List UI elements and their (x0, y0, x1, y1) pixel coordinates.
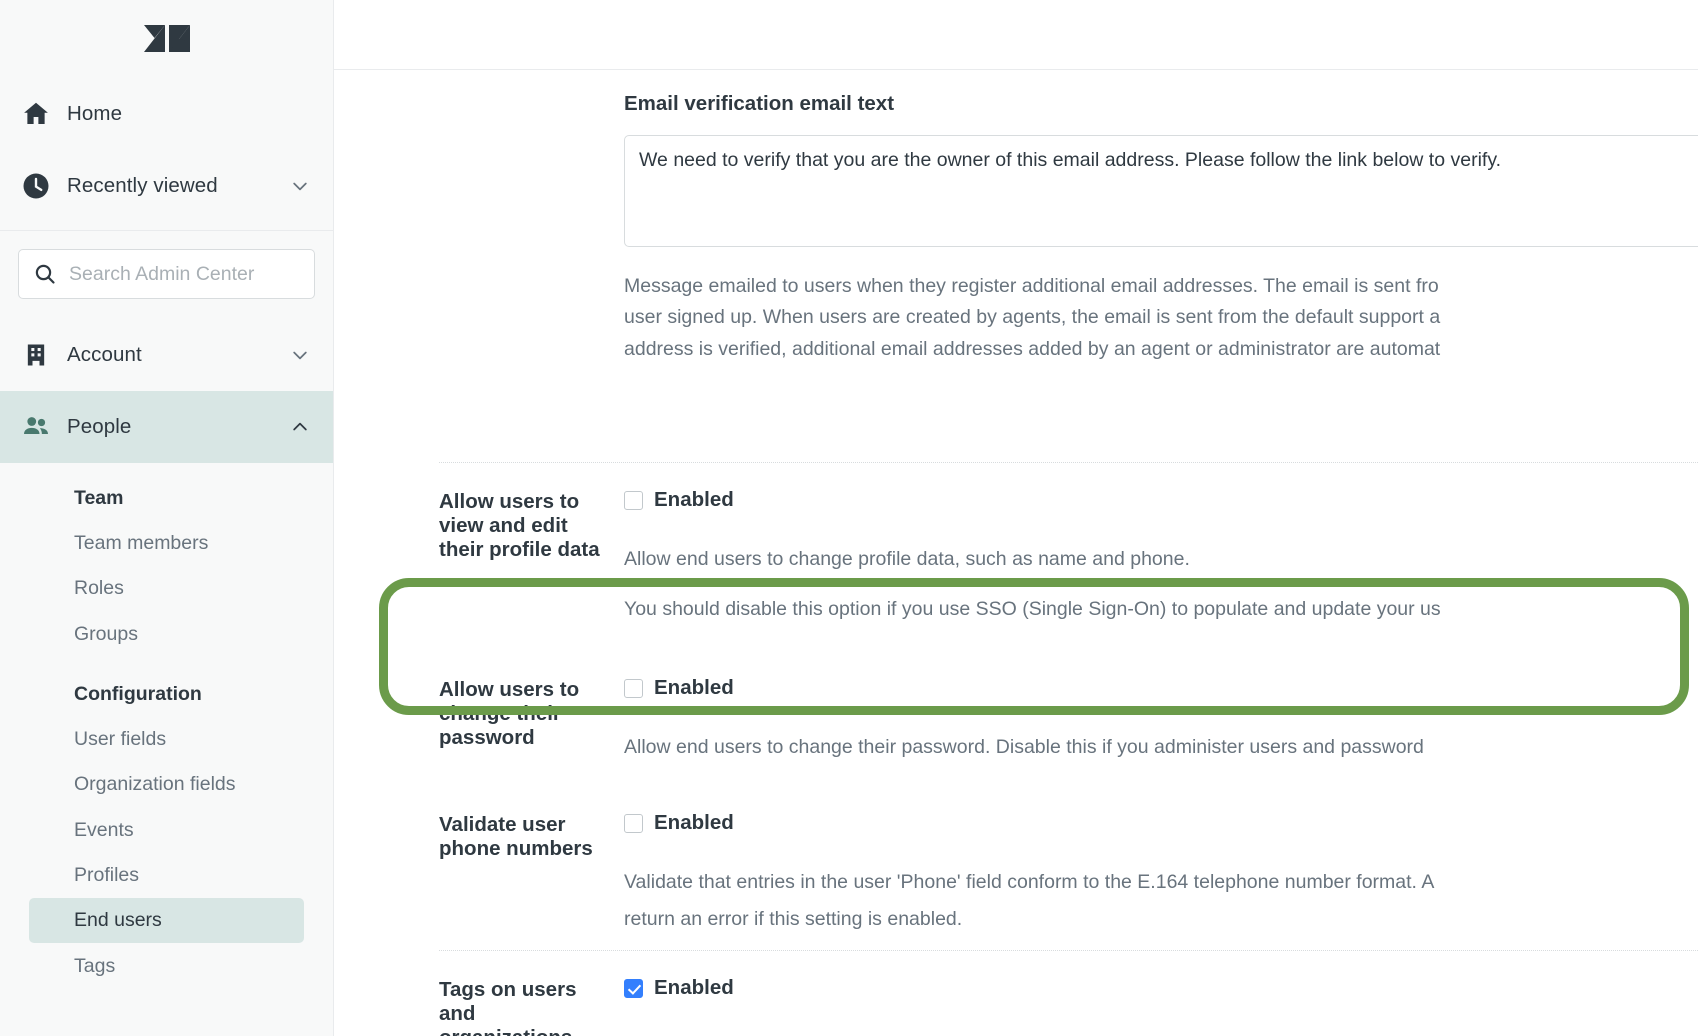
email-verification-textarea[interactable] (624, 134, 1698, 247)
setting-row-change-password: Allow users to change their password Ena… (334, 676, 1424, 763)
sidebar-item-account[interactable]: Account (0, 319, 333, 391)
sidebar-item-people[interactable]: People (0, 391, 333, 463)
setting-desc-change-password: Allow end users to change their password… (624, 735, 1424, 758)
sidebar-item-home[interactable]: Home (0, 78, 333, 150)
checkbox-label-tags: Enabled (654, 976, 734, 999)
sidebar-item-end-users[interactable]: End users (29, 898, 304, 943)
setting-field-validate-phone: Enabled Validate that entries in the use… (624, 811, 1435, 936)
search-input[interactable] (59, 261, 300, 287)
subnav-spacer (0, 657, 333, 673)
setting-label-validate-phone: Validate user phone numbers (439, 813, 593, 861)
setting-desc-profile-data-1: Allow end users to change profile data, … (624, 547, 1190, 570)
setting-field-profile-data: Enabled Allow end users to change profil… (624, 488, 1441, 626)
zendesk-logo-icon (143, 25, 190, 52)
setting-row-validate-phone: Validate user phone numbers Enabled Vali… (334, 811, 1435, 936)
sidebar-item-home-label: Home (67, 102, 123, 125)
sidebar-item-roles[interactable]: Roles (29, 566, 304, 610)
chevron-down-icon[interactable] (289, 344, 311, 366)
main-topbar (334, 0, 1698, 70)
divider-1 (439, 462, 1698, 463)
setting-row-tags: Tags on users and organizations Enabled (334, 976, 734, 1036)
setting-field-tags: Enabled (624, 976, 734, 999)
divider-2 (439, 950, 1698, 951)
setting-label-change-password: Allow users to change their password (439, 678, 580, 750)
sidebar-item-people-label: People (67, 415, 132, 438)
setting-desc-validate-phone-2: return an error if this setting is enabl… (624, 908, 963, 931)
subnav-heading-team: Team (74, 487, 124, 509)
checkbox-change-password[interactable]: Enabled (624, 676, 1424, 699)
email-verification-description: Message emailed to users when they regis… (624, 274, 1441, 360)
checkbox-box-change-password[interactable] (624, 678, 643, 698)
sidebar-item-user-fields[interactable]: User fields (29, 717, 304, 761)
sidebar-item-recently-viewed[interactable]: Recently viewed (0, 150, 333, 222)
checkbox-validate-phone[interactable]: Enabled (624, 811, 1434, 834)
search-icon (33, 262, 59, 286)
setting-label-profile-data: Allow users to view and edit their profi… (439, 490, 600, 562)
checkbox-label-profile-data: Enabled (654, 488, 734, 511)
main-content: Email verification email text Message em… (334, 0, 1698, 1036)
clock-icon (14, 171, 58, 201)
sidebar-sections: Account People (0, 319, 333, 463)
sidebar-item-groups[interactable]: Groups (29, 612, 304, 656)
sidebar-item-team-members[interactable]: Team members (29, 521, 304, 565)
checkbox-profile-data[interactable]: Enabled (624, 488, 1441, 511)
sidebar: Home Recently viewed Search Admin Center… (0, 0, 334, 1036)
sidebar-item-recently-viewed-label: Recently viewed (67, 174, 218, 197)
setting-desc-validate-phone-1: Validate that entries in the user 'Phone… (624, 870, 1435, 893)
email-verification-title: Email verification email text (624, 92, 895, 115)
checkbox-box-profile-data[interactable] (624, 490, 643, 510)
setting-row-profile-data: Allow users to view and edit their profi… (334, 488, 1441, 626)
sidebar-item-organization-fields[interactable]: Organization fields (29, 762, 304, 806)
checkbox-box-tags[interactable] (624, 978, 643, 998)
checkbox-label-change-password: Enabled (654, 676, 734, 699)
sidebar-item-events[interactable]: Events (29, 808, 304, 852)
admin-center-app: Home Recently viewed Search Admin Center… (0, 0, 1698, 1036)
sidebar-item-tags[interactable]: Tags (29, 944, 304, 988)
home-icon (14, 99, 58, 129)
building-icon (14, 341, 58, 369)
chevron-up-icon[interactable] (289, 416, 311, 438)
subnav-heading-configuration: Configuration (74, 682, 202, 705)
sidebar-primary-nav: Home Recently viewed (0, 78, 333, 230)
sidebar-search-wrap (0, 231, 333, 319)
checkbox-label-validate-phone: Enabled (654, 811, 734, 834)
sidebar-item-profiles[interactable]: Profiles (29, 853, 304, 897)
checkbox-tags[interactable]: Enabled (624, 976, 734, 999)
email-verification-field: Email verification email text Message em… (624, 92, 1698, 365)
search-box[interactable] (18, 249, 315, 299)
setting-label-tags: Tags on users and organizations (439, 978, 577, 1036)
sidebar-item-account-label: Account (67, 343, 142, 366)
people-icon (14, 412, 58, 442)
setting-field-change-password: Enabled Allow end users to change their … (624, 676, 1424, 763)
chevron-down-icon[interactable] (289, 175, 311, 197)
zendesk-logo[interactable] (0, 0, 333, 78)
sidebar-subnav: Team Team members Roles Groups Configura… (0, 463, 333, 988)
setting-row-email-verification: Email verification email text Message em… (334, 92, 1698, 365)
setting-desc-profile-data-2: You should disable this option if you us… (624, 598, 1441, 621)
checkbox-box-validate-phone[interactable] (624, 813, 643, 833)
